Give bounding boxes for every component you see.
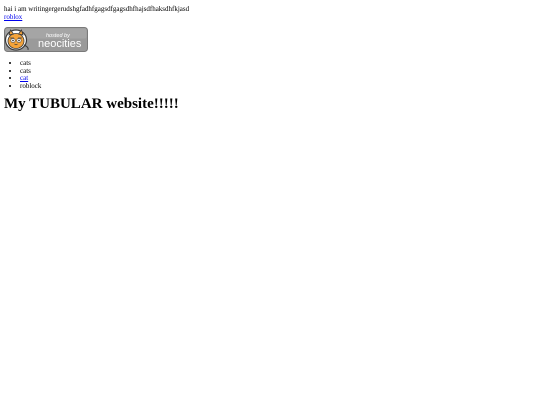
list-item-cats-2: cats	[20, 67, 524, 76]
list-item-cats-1: cats	[20, 59, 524, 68]
item-list: cats cats cat roblock	[4, 59, 524, 91]
list-item-label: roblock	[20, 81, 42, 90]
roblox-link[interactable]: roblox	[4, 13, 22, 22]
neocities-badge[interactable]: hosted by neocities	[4, 27, 88, 52]
list-item-cat-link: cat	[20, 74, 524, 83]
intro-text: hai i am writingergerudshgfadhfgagsdfgag…	[4, 5, 190, 13]
list-item-roblock: roblock	[20, 81, 524, 91]
page-content: hai i am writingergerudshgfadhfgagsdfgag…	[4, 5, 524, 113]
badge-neocities-text: neocities	[38, 38, 82, 50]
neocities-badge-graphic: hosted by neocities	[4, 27, 88, 52]
page-title: My TUBULAR website!!!!!	[4, 96, 179, 112]
